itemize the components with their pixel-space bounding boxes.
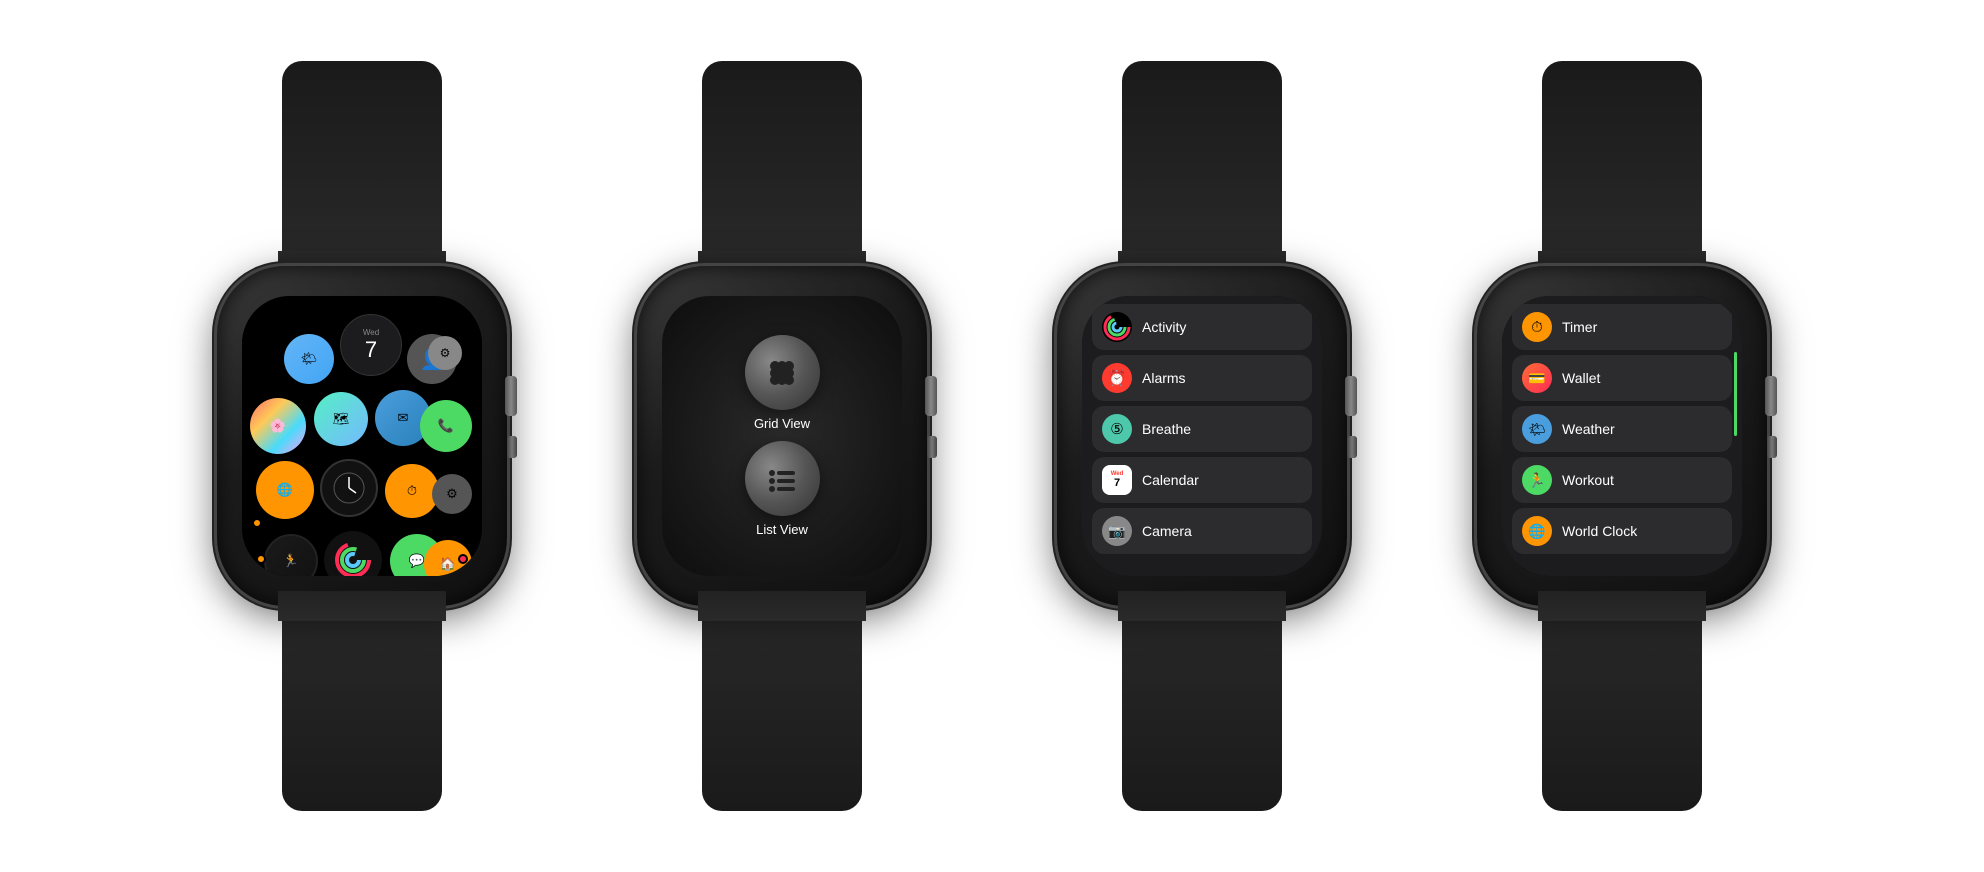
workout-label: Workout [1562,472,1614,488]
breathe-label: Breathe [1142,421,1191,437]
connector-bottom-1 [278,591,446,621]
wallet-label: Wallet [1562,370,1600,386]
timer-label: Timer [1562,319,1597,335]
watch-screen-3: Activity ⏰ Alarms ⑤ Breathe [1082,296,1322,576]
list-item-worldclock[interactable]: 🌐 World Clock [1512,508,1732,554]
watch-body-1: .app-dot { position: absolute; border-ra… [217,266,507,606]
app-maps[interactable]: 🗺 [314,392,368,446]
band-bottom-1 [282,591,442,811]
watch-btn-1 [507,436,517,458]
view-select-screen: Grid View List View [662,296,902,576]
list-item-activity[interactable]: Activity [1092,304,1312,350]
watch-crown-3 [1345,376,1357,416]
wallet-icon: 💳 [1522,363,1552,393]
list-item-weather[interactable]: 🌤 Weather [1512,406,1732,452]
app-watchface[interactable] [320,459,378,517]
alarms-icon: ⏰ [1102,363,1132,393]
list-item-calendar[interactable]: Wed 7 Calendar [1092,457,1312,503]
watch-crown-1 [505,376,517,416]
band-top-2 [702,61,862,281]
notif-dot-1 [252,518,262,528]
watch-crown-4 [1765,376,1777,416]
list-item-breathe[interactable]: ⑤ Breathe [1092,406,1312,452]
app-activity[interactable]: 🏃 [264,534,318,576]
app-activityring[interactable] [324,531,382,576]
workout-icon: 🏃 [1522,465,1552,495]
weather-label: Weather [1562,421,1615,437]
weather-icon: 🌤 [1522,414,1552,444]
list-view-option[interactable]: List View [745,441,820,537]
list-screen-4: ⏱ Timer 💳 Wallet 🌤 Weather [1502,296,1742,576]
band-top-3 [1122,61,1282,281]
watch-body-2: Grid View List View [637,266,927,606]
activity-label: Activity [1142,319,1186,335]
timer-icon: ⏱ [1522,312,1552,342]
watch-1: .app-dot { position: absolute; border-ra… [152,61,572,811]
app-globe[interactable]: 🌐 [256,461,314,519]
band-bottom-4 [1542,591,1702,811]
notif-dot-3 [458,554,468,564]
list-item-workout[interactable]: 🏃 Workout [1512,457,1732,503]
band-bottom-2 [702,591,862,811]
scroll-indicator [1734,352,1737,436]
camera-label: Camera [1142,523,1192,539]
band-top-1 [282,61,442,281]
app-timer[interactable]: ⏱ [385,464,439,518]
worldclock-label: World Clock [1562,523,1637,539]
watch-2: Grid View List View [572,61,992,811]
app-weather[interactable]: 🌤 [284,334,334,384]
list-item-wallet[interactable]: 💳 Wallet [1512,355,1732,401]
breathe-icon: ⑤ [1102,414,1132,444]
watch-btn-4 [1767,436,1777,458]
band-top-4 [1542,61,1702,281]
connector-bottom-2 [698,591,866,621]
app-photos[interactable]: 🌸 [250,398,306,454]
alarms-label: Alarms [1142,370,1186,386]
watch-btn-3 [1347,436,1357,458]
watch-screen-2: Grid View List View [662,296,902,576]
grid-view-circle [745,335,820,410]
list-item-camera[interactable]: 📷 Camera [1092,508,1312,554]
connector-bottom-4 [1538,591,1706,621]
list-view-label: List View [756,522,808,537]
notif-dot-2 [256,554,266,564]
watch-body-4: ⏱ Timer 💳 Wallet 🌤 Weather [1477,266,1767,606]
list-item-timer[interactable]: ⏱ Timer [1512,304,1732,350]
list-item-alarms[interactable]: ⏰ Alarms [1092,355,1312,401]
band-bottom-3 [1122,591,1282,811]
watch-3: Activity ⏰ Alarms ⑤ Breathe [992,61,1412,811]
watch-btn-2 [927,436,937,458]
grid-view-option[interactable]: Grid View [745,335,820,431]
watch-4: ⏱ Timer 💳 Wallet 🌤 Weather [1412,61,1832,811]
app-phone[interactable]: 📞 [420,400,472,452]
list-screen-3: Activity ⏰ Alarms ⑤ Breathe [1082,296,1322,576]
watch-body-3: Activity ⏰ Alarms ⑤ Breathe [1057,266,1347,606]
list-view-circle [745,441,820,516]
watch-screen-1: .app-dot { position: absolute; border-ra… [242,296,482,576]
calendar-icon: Wed 7 [1102,465,1132,495]
worldclock-icon: 🌐 [1522,516,1552,546]
calendar-label: Calendar [1142,472,1199,488]
watch-screen-4: ⏱ Timer 💳 Wallet 🌤 Weather [1502,296,1742,576]
camera-icon: 📷 [1102,516,1132,546]
app-misc[interactable]: ⚙ [432,474,472,514]
activity-icon [1102,312,1132,342]
watch-crown-2 [925,376,937,416]
grid-view-label: Grid View [754,416,810,431]
app-clock[interactable]: Wed 7 [340,314,402,376]
connector-bottom-3 [1118,591,1286,621]
grid-screen: .app-dot { position: absolute; border-ra… [242,296,482,576]
app-topright[interactable]: ⚙ [428,336,462,370]
